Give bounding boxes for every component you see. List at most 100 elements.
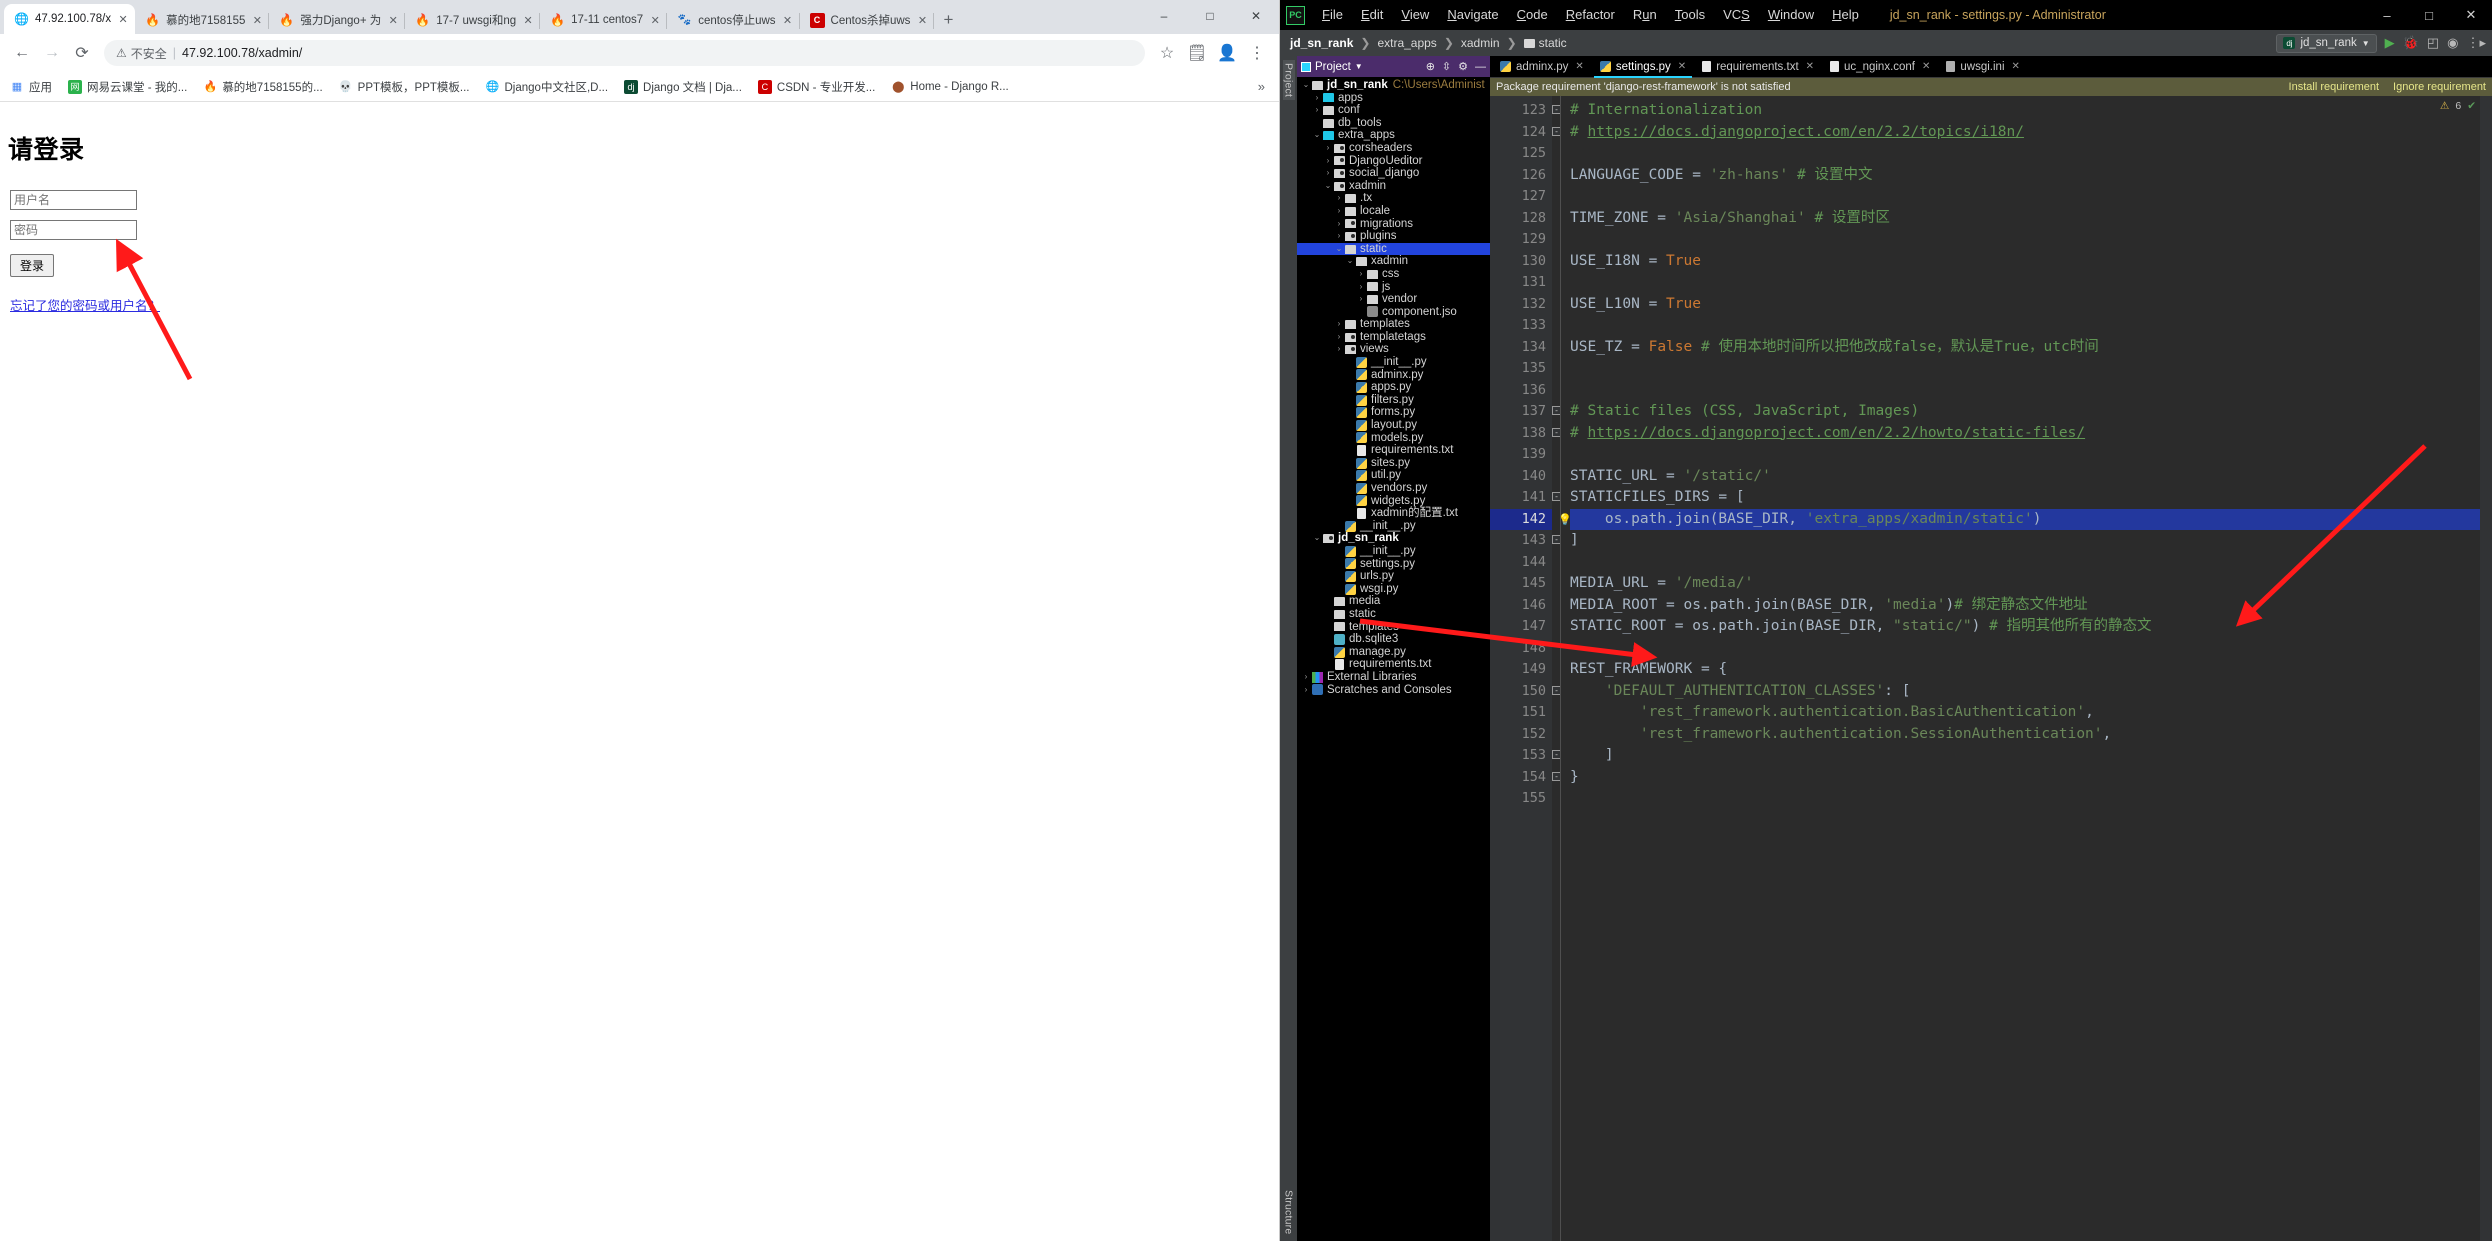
chevron-right-icon[interactable]: › [1356, 293, 1366, 306]
back-icon[interactable]: ← [8, 39, 36, 67]
close-icon[interactable]: ✕ [1678, 61, 1686, 72]
code-line[interactable] [1570, 272, 2492, 294]
ignore-requirement-link[interactable]: Ignore requirement [2393, 81, 2486, 93]
menu-tools[interactable]: Tools [1666, 0, 1714, 30]
tree-item-layout-py[interactable]: layout.py [1297, 419, 1490, 432]
menu-view[interactable]: View [1392, 0, 1438, 30]
code-line[interactable]: 💡 os.path.join(BASE_DIR, 'extra_apps/xad… [1558, 508, 2492, 530]
line-number[interactable]: 128 [1490, 208, 1552, 230]
code-line[interactable] [1570, 229, 2492, 251]
code-line[interactable]: USE_L10N = True [1570, 294, 2492, 316]
menu-code[interactable]: Code [1508, 0, 1557, 30]
line-number[interactable]: 147 [1490, 616, 1552, 638]
chevron-right-icon[interactable]: › [1334, 192, 1344, 205]
tree-item--init-py[interactable]: __init__.py [1297, 356, 1490, 369]
line-number[interactable]: 126 [1490, 165, 1552, 187]
line-number[interactable]: 155 [1490, 788, 1552, 810]
line-number[interactable]: 149 [1490, 659, 1552, 681]
tree-item--init-py[interactable]: __init__.py [1297, 520, 1490, 533]
tree-item-forms-py[interactable]: forms.py [1297, 406, 1490, 419]
locate-icon[interactable]: ⊕ [1426, 60, 1435, 73]
chevron-down-icon[interactable]: ⌄ [1334, 243, 1344, 256]
tree-item-plugins[interactable]: › plugins [1297, 230, 1490, 243]
bookmarks-overflow-icon[interactable]: » [1258, 79, 1269, 94]
chevron-down-icon[interactable]: ⌄ [1301, 79, 1311, 92]
tool-tab-structure[interactable]: Structure [1283, 1187, 1295, 1237]
tree-item-sites-py[interactable]: sites.py [1297, 457, 1490, 470]
code-line[interactable]: LANGUAGE_CODE = 'zh-hans' # 设置中文 [1570, 165, 2492, 187]
editor-tab-requirements[interactable]: requirements.txt ✕ [1694, 56, 1822, 78]
hide-icon[interactable]: — [1475, 61, 1486, 73]
tree-item-adminx-py[interactable]: adminx.py [1297, 369, 1490, 382]
line-number[interactable]: 142 [1490, 508, 1552, 530]
code-line[interactable] [1570, 444, 2492, 466]
username-input[interactable] [10, 190, 137, 210]
tree-item-js[interactable]: › js [1297, 281, 1490, 294]
tree-item-util-py[interactable]: util.py [1297, 469, 1490, 482]
code-line[interactable] [1570, 788, 2492, 810]
breadcrumb-1[interactable]: extra_apps [1377, 36, 1436, 50]
line-number[interactable]: 123- [1490, 100, 1561, 122]
line-number[interactable]: 153- [1490, 745, 1561, 767]
editor-tab-uwsgi-ini[interactable]: uwsgi.ini ✕ [1938, 56, 2028, 78]
minimize-button[interactable]: – [2366, 0, 2408, 30]
bookmark-item[interactable]: dj Django 文档 | Dja... [624, 79, 742, 95]
code-line[interactable]: STATIC_URL = '/static/' [1570, 466, 2492, 488]
code-line[interactable] [1570, 315, 2492, 337]
line-number[interactable]: 144 [1490, 552, 1552, 574]
code-line[interactable] [1570, 143, 2492, 165]
chevron-down-icon[interactable]: ⌄ [1345, 255, 1355, 268]
code-line[interactable]: # Static files (CSS, JavaScript, Images) [1570, 401, 2492, 423]
line-number[interactable]: 137- [1490, 401, 1561, 423]
code-line[interactable]: STATIC_ROOT = os.path.join(BASE_DIR, "st… [1570, 616, 2492, 638]
menu-help[interactable]: Help [1823, 0, 1868, 30]
code-line[interactable]: ] [1570, 530, 2492, 552]
line-number[interactable]: 127 [1490, 186, 1552, 208]
install-requirement-link[interactable]: Install requirement [2289, 81, 2380, 93]
line-number[interactable]: 133 [1490, 315, 1552, 337]
tree-item-external-libraries[interactable]: › External Libraries [1297, 671, 1490, 684]
inspection-status-badge[interactable]: ⚠ 6 ✔ [2440, 100, 2476, 112]
tree-item-xadmin[interactable]: ⌄ xadmin [1297, 180, 1490, 193]
tree-item-xadmin-txt[interactable]: xadmin的配置.txt [1297, 507, 1490, 520]
browser-tab[interactable]: 🔥 17-11 centos7 ✕ [540, 6, 668, 34]
tree-item-social-django[interactable]: › social_django [1297, 167, 1490, 180]
bookmark-item[interactable]: 💀 PPT模板，PPT模板... [339, 79, 470, 95]
line-number[interactable]: 152 [1490, 724, 1552, 746]
menu-window[interactable]: Window [1759, 0, 1823, 30]
code-line[interactable]: ] [1570, 745, 2492, 767]
close-icon[interactable]: ✕ [522, 14, 534, 27]
maximize-button[interactable]: □ [1187, 0, 1233, 32]
chevron-down-icon[interactable]: ⌄ [1312, 129, 1322, 142]
tree-item-templates[interactable]: › templates [1297, 318, 1490, 331]
chevron-right-icon[interactable]: › [1334, 318, 1344, 331]
editor-tab-settings[interactable]: settings.py ✕ [1592, 56, 1694, 78]
tree-item-migrations[interactable]: › migrations [1297, 218, 1490, 231]
tree-item-media[interactable]: media [1297, 595, 1490, 608]
line-number[interactable]: 136 [1490, 380, 1552, 402]
line-number[interactable]: 135 [1490, 358, 1552, 380]
close-icon[interactable]: ✕ [387, 14, 399, 27]
code-line[interactable] [1570, 638, 2492, 660]
chevron-right-icon[interactable]: › [1301, 684, 1311, 697]
line-number[interactable]: 134 [1490, 337, 1552, 359]
minimize-button[interactable]: – [1141, 0, 1187, 32]
line-number[interactable]: 146 [1490, 595, 1552, 617]
tree-item-manage-py[interactable]: manage.py [1297, 646, 1490, 659]
code-line[interactable]: USE_I18N = True [1570, 251, 2492, 273]
bookmark-item[interactable]: ⬤ Home - Django R... [891, 80, 1009, 94]
close-button[interactable]: ✕ [1233, 0, 1279, 32]
line-number-gutter[interactable]: 123-124-125 126 127 128 129 130 131 132 133 134 13… [1490, 96, 1561, 1241]
tree-item-scratches-and-consoles[interactable]: › Scratches and Consoles [1297, 684, 1490, 697]
code-line[interactable] [1570, 552, 2492, 574]
line-number[interactable]: 151 [1490, 702, 1552, 724]
run-configuration-selector[interactable]: dj jd_sn_rank ▼ [2276, 33, 2377, 53]
profile-icon[interactable]: ◉ [2447, 35, 2458, 51]
tree-item-models-py[interactable]: models.py [1297, 432, 1490, 445]
close-icon[interactable]: ✕ [1922, 61, 1930, 72]
code-line[interactable]: STATICFILES_DIRS = [ [1570, 487, 2492, 509]
breadcrumb-2[interactable]: xadmin [1461, 36, 1500, 50]
close-icon[interactable]: ✕ [916, 14, 928, 27]
tree-item-apps-py[interactable]: apps.py [1297, 381, 1490, 394]
line-number[interactable]: 124- [1490, 122, 1561, 144]
